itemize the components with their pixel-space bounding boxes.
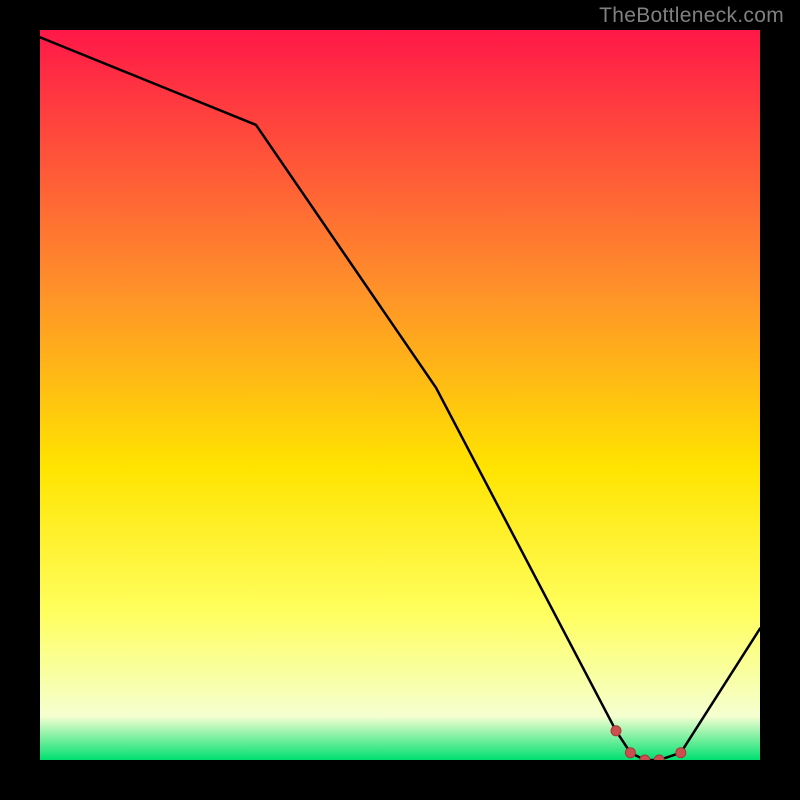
- data-point-marker: [625, 748, 635, 758]
- watermark-text: TheBottleneck.com: [599, 4, 784, 28]
- data-point-marker: [611, 726, 621, 736]
- chart-container: { "watermark": "TheBottleneck.com", "cha…: [0, 0, 800, 800]
- chart-svg: [40, 30, 760, 760]
- chart-background: [40, 30, 760, 760]
- plot-area: [40, 30, 760, 760]
- data-point-marker: [676, 748, 686, 758]
